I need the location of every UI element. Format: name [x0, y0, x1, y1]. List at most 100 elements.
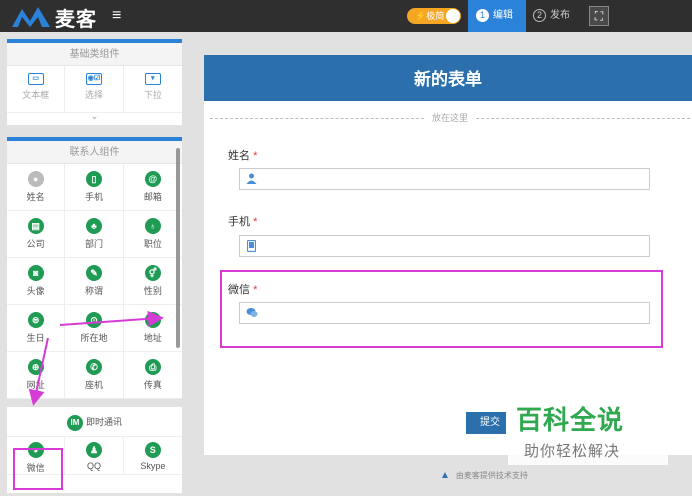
name-input[interactable] [239, 168, 650, 190]
component-9[interactable]: ⊜ 生日 [7, 305, 66, 352]
component-label: QQ [86, 461, 101, 471]
footer-text: 由麦客提供技术支持 [455, 471, 528, 480]
component-label: 性别 [143, 286, 162, 296]
component-label: 网址 [26, 380, 45, 390]
submit-button[interactable]: 提交 [466, 412, 506, 434]
choice-icon: ◉☑ [85, 73, 102, 85]
component-label: 职位 [143, 239, 162, 249]
field-label-text: 微信 [228, 284, 250, 296]
component-label: 传真 [143, 380, 162, 390]
wechat-input[interactable] [239, 302, 650, 324]
form-title[interactable]: 新的表单 [204, 55, 692, 101]
step-edit-tab[interactable]: 1 编辑 [468, 0, 526, 32]
logo-text: 麦客 [55, 7, 97, 31]
mode-label: ⚡极简 [415, 11, 445, 21]
wechat-icon [246, 307, 258, 319]
component-icon: ⊙ [85, 312, 102, 328]
dropdown-icon: ▾ [144, 73, 161, 85]
step-publish-tab[interactable]: 2 发布 [533, 0, 570, 32]
step-label: 发布 [550, 10, 570, 21]
simple-mode-toggle[interactable]: ⚡极简 [407, 8, 461, 24]
component-label: 下拉 [143, 90, 162, 100]
component-label: 座机 [84, 380, 103, 390]
component-label: 文本框 [22, 90, 50, 100]
user-icon [246, 173, 257, 185]
wechat-field-label: 微信 * [228, 281, 257, 297]
contact-components-panel: 联系人组件 ● 姓名 ▯ 手机 @ 邮箱 ▤ 公司 ♣ 部门 ♁ 职位 ◙ 头像 ✎ 称谓 ⚥ 性别 ⊜ 生日 ⊙ 所在地… [7, 137, 182, 493]
component-label: 所在地 [80, 333, 108, 343]
component-label: 地址 [143, 333, 162, 343]
expand-chevron-icon[interactable]: ⌄ [7, 112, 182, 125]
step-number: 1 [476, 8, 489, 22]
phone-input[interactable] [239, 235, 650, 257]
field-label-text: 姓名 [228, 150, 250, 162]
component-icon: ● [27, 171, 44, 187]
watermark-title: 百科全说 [516, 406, 625, 436]
component-dropdown[interactable]: ▾ 下拉 [123, 66, 182, 113]
component-label: 手机 [84, 192, 103, 202]
sidebar-scrollbar[interactable] [176, 148, 180, 348]
step-label: 编辑 [493, 10, 513, 21]
component-3[interactable]: ▤ 公司 [7, 211, 66, 258]
component-icon: ↱ [144, 312, 161, 328]
required-mark: * [253, 216, 258, 228]
wechat-component-highlight [13, 448, 63, 490]
phone-icon [246, 239, 257, 253]
component-4[interactable]: ♣ 部门 [65, 211, 124, 258]
component-icon: ▯ [85, 171, 102, 187]
component-icon: ⎙ [144, 359, 161, 375]
required-mark: * [253, 150, 258, 162]
component-2[interactable]: @ 邮箱 [123, 164, 182, 211]
component-8[interactable]: ⚥ 性别 [123, 258, 182, 305]
component-skype[interactable]: S Skype [123, 437, 182, 475]
drop-zone-text: 放在这里 [423, 112, 477, 124]
powered-by-footer: ▲ 由麦客提供技术支持 [440, 470, 528, 481]
component-icon: ✎ [85, 265, 102, 281]
submit-label: 提交 [480, 417, 500, 428]
panel-title: 联系人组件 [7, 141, 182, 164]
maike-logo-icon [12, 7, 50, 27]
watermark-subtitle: 助你轻松解决 [524, 443, 621, 460]
component-label: Skype [140, 461, 166, 471]
component-icon: ✆ [85, 359, 102, 375]
im-section-title: 即时通讯 [85, 417, 122, 427]
component-label: 姓名 [26, 192, 45, 202]
component-6[interactable]: ◙ 头像 [7, 258, 66, 305]
component-0[interactable]: ● 姓名 [7, 164, 66, 211]
component-icon: ▤ [27, 218, 44, 234]
component-textbox[interactable]: ▭ 文本框 [7, 66, 66, 113]
component-icon: ⚥ [144, 265, 161, 281]
component-icon: ♁ [144, 218, 161, 234]
component-label: 邮箱 [143, 192, 162, 202]
drop-zone[interactable]: 放在这里 [210, 112, 690, 124]
component-label: 头像 [26, 286, 45, 296]
component-label: 部门 [84, 239, 103, 249]
skype-icon: S [144, 442, 161, 458]
basic-components-panel: 基础类组件 ▭ 文本框 ◉☑ 选择 ▾ 下拉 ⌄ [7, 39, 182, 125]
field-label-text: 手机 [228, 216, 250, 228]
textbox-icon: ▭ [27, 73, 44, 85]
panel-title: 基础类组件 [7, 43, 182, 66]
component-11[interactable]: ↱ 地址 [123, 305, 182, 352]
component-icon: @ [144, 171, 161, 187]
component-label: 选择 [84, 90, 103, 100]
preview-button[interactable]: ⛶ [589, 6, 609, 26]
component-label: 称谓 [84, 286, 103, 296]
component-choice[interactable]: ◉☑ 选择 [65, 66, 124, 113]
component-5[interactable]: ♁ 职位 [123, 211, 182, 258]
component-label: 生日 [26, 333, 45, 343]
preview-icon: ⛶ [594, 9, 604, 23]
top-bar: 麦客 ≡ ⚡极简 1 编辑 2 发布 ⛶ [0, 0, 692, 32]
component-10[interactable]: ⊙ 所在地 [65, 305, 124, 352]
component-1[interactable]: ▯ 手机 [65, 164, 124, 211]
component-12[interactable]: ⊕ 网址 [7, 352, 66, 399]
name-field-label: 姓名 * [228, 147, 257, 163]
phone-field-label: 手机 * [228, 213, 257, 229]
qq-icon: ♟ [85, 442, 102, 458]
im-section-header: IM 即时通讯 [7, 407, 182, 437]
component-qq[interactable]: ♟ QQ [65, 437, 124, 475]
component-14[interactable]: ⎙ 传真 [123, 352, 182, 399]
menu-icon[interactable]: ≡ [112, 7, 121, 25]
component-13[interactable]: ✆ 座机 [65, 352, 124, 399]
component-7[interactable]: ✎ 称谓 [65, 258, 124, 305]
